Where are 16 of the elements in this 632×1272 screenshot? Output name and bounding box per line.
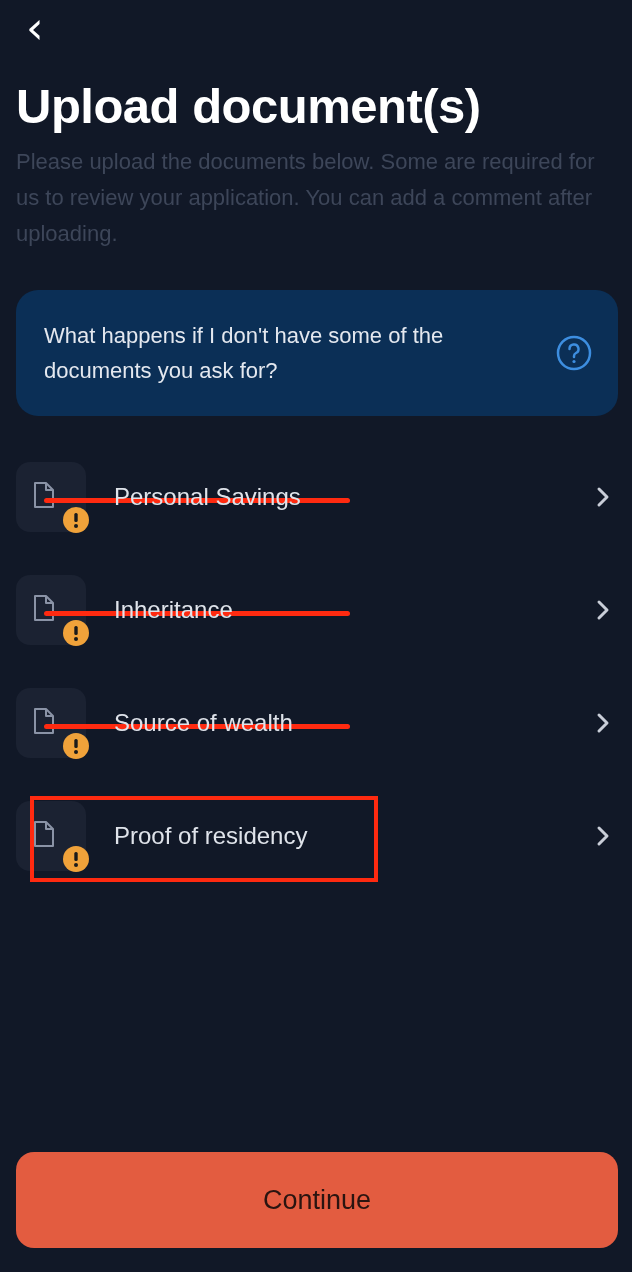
info-card[interactable]: What happens if I don't have some of the documents you ask for? (16, 290, 618, 416)
chevron-right-icon (596, 598, 610, 621)
chevron-right-icon (596, 824, 610, 847)
chevron-right-icon (596, 711, 610, 734)
file-icon (33, 480, 55, 509)
file-icon (33, 819, 55, 848)
continue-button[interactable]: Continue (16, 1152, 618, 1248)
file-icon (33, 706, 55, 735)
document-label: Proof of residency (114, 821, 309, 850)
page-title: Upload document(s) (16, 78, 482, 134)
document-row[interactable]: Proof of residency (0, 779, 632, 892)
chevron-right-icon (596, 485, 610, 508)
help-icon (556, 335, 592, 371)
back-button[interactable]: ‹ (20, 6, 50, 50)
info-text: What happens if I don't have some of the documents you ask for? (44, 322, 445, 385)
file-icon (33, 593, 55, 622)
